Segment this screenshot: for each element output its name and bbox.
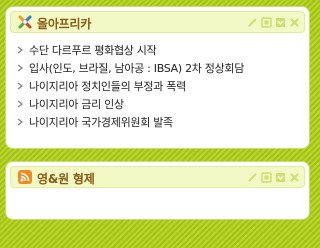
bullet-arrow-icon bbox=[17, 46, 24, 54]
news-item-text: 나이지리아 금리 인상 bbox=[29, 98, 124, 111]
bullet-arrow-icon bbox=[17, 100, 24, 108]
news-item[interactable]: 수단 다르푸르 평화협상 시작 bbox=[15, 41, 244, 59]
bullet-arrow-icon bbox=[17, 82, 24, 90]
puzzle-icon bbox=[17, 14, 33, 30]
bullet-arrow-icon bbox=[17, 64, 24, 72]
bullet-arrow-icon bbox=[17, 118, 24, 126]
news-item-text: 나이지리아 국가경제위원회 발족 bbox=[29, 116, 173, 129]
news-item[interactable]: 나이지리아 국가경제위원회 발족 bbox=[15, 113, 244, 131]
close-icon[interactable] bbox=[289, 172, 300, 183]
news-list: 수단 다르푸르 평화협상 시작 입사(인도, 브라질, 남아공 : IBSA) … bbox=[15, 41, 244, 131]
widget-title: 올아프리카 bbox=[37, 17, 92, 31]
news-item-text: 나이지리아 정치인들의 부정과 폭력 bbox=[29, 80, 186, 93]
news-item[interactable]: 나이지리아 금리 인상 bbox=[15, 95, 244, 113]
close-icon[interactable] bbox=[289, 17, 300, 28]
news-item-text: 수단 다르푸르 평화협상 시작 bbox=[29, 44, 157, 57]
news-item-text: 입사(인도, 브라질, 남아공 : IBSA) 2차 정상회담 bbox=[29, 62, 245, 75]
news-item[interactable]: 입사(인도, 브라질, 남아공 : IBSA) 2차 정상회담 bbox=[15, 59, 244, 77]
edit-icon[interactable] bbox=[247, 172, 258, 183]
settings-icon[interactable] bbox=[261, 172, 272, 183]
widget-controls bbox=[247, 172, 300, 183]
widget-titlebar[interactable]: 올아프리카 bbox=[10, 11, 305, 33]
news-item[interactable]: 나이지리아 정치인들의 부정과 폭력 bbox=[15, 77, 244, 95]
rss-icon bbox=[17, 169, 33, 185]
minimize-icon[interactable] bbox=[275, 17, 286, 28]
minimize-icon[interactable] bbox=[275, 172, 286, 183]
widget-titlebar[interactable]: 영&원 형제 bbox=[10, 166, 305, 188]
widget-controls bbox=[247, 17, 300, 28]
settings-icon[interactable] bbox=[261, 17, 272, 28]
edit-icon[interactable] bbox=[247, 17, 258, 28]
widget-rss-feed: 영&원 형제 bbox=[6, 162, 309, 219]
widget-title: 영&원 형제 bbox=[37, 172, 95, 186]
widget-allafrica: 올아프리카 수단 다르푸르 평화협상 시작 입사(인도, 브라질, 남아공 : … bbox=[6, 7, 309, 148]
